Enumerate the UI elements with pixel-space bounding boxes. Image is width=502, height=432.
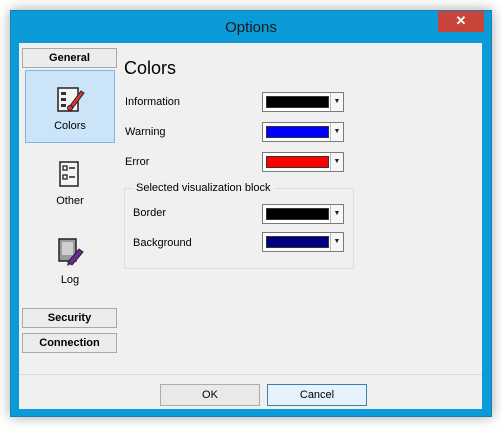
options-window: Options ✕ General Colors Other Log Secur… — [10, 10, 492, 417]
security-button[interactable]: Security — [22, 308, 117, 328]
background-label: Background — [133, 237, 192, 249]
warning-color-picker[interactable]: ▼ — [262, 122, 344, 142]
log-pen-icon — [58, 238, 84, 266]
background-color-picker[interactable]: ▼ — [262, 232, 344, 252]
chevron-down-icon[interactable]: ▼ — [330, 93, 343, 111]
chevron-down-icon[interactable]: ▼ — [330, 233, 343, 251]
connection-button[interactable]: Connection — [22, 333, 117, 353]
group-title: Selected visualization block — [133, 182, 274, 194]
client-area: General Colors Other Log Security Connec… — [19, 43, 482, 409]
button-bar: OK Cancel — [19, 374, 482, 409]
error-label: Error — [125, 156, 150, 168]
list-icon — [59, 161, 79, 187]
sidebar-item-log-label: Log — [60, 274, 80, 286]
sidebar-item-colors[interactable]: Colors — [25, 70, 115, 143]
chevron-down-icon[interactable]: ▼ — [330, 123, 343, 141]
information-swatch — [266, 96, 329, 108]
border-swatch — [266, 208, 329, 220]
close-button[interactable]: ✕ — [438, 11, 484, 32]
background-swatch — [266, 236, 329, 248]
colors-palette-icon — [57, 87, 85, 112]
general-button[interactable]: General — [22, 48, 117, 68]
cancel-button[interactable]: Cancel — [267, 384, 367, 406]
information-label: Information — [125, 96, 181, 108]
information-color-picker[interactable]: ▼ — [262, 92, 344, 112]
chevron-down-icon[interactable]: ▼ — [330, 153, 343, 171]
chevron-down-icon[interactable]: ▼ — [330, 205, 343, 223]
sidebar-item-colors-label: Colors — [54, 120, 86, 132]
border-color-picker[interactable]: ▼ — [262, 204, 344, 224]
page-title: Colors — [124, 58, 177, 78]
warning-label: Warning — [125, 126, 166, 138]
border-label: Border — [133, 207, 167, 219]
close-icon: ✕ — [455, 13, 467, 28]
warning-swatch — [266, 126, 329, 138]
error-color-picker[interactable]: ▼ — [262, 152, 344, 172]
sidebar-item-other-label: Other — [56, 195, 84, 207]
window-title: Options — [225, 19, 277, 36]
ok-button[interactable]: OK — [160, 384, 260, 406]
visualization-block-group: Selected visualization block Border Back… — [124, 182, 354, 269]
title-bar[interactable]: Options ✕ — [11, 11, 491, 43]
error-swatch — [266, 156, 329, 168]
sidebar-item-other[interactable]: Other — [25, 147, 115, 220]
sidebar-item-log[interactable]: Log — [25, 224, 115, 297]
